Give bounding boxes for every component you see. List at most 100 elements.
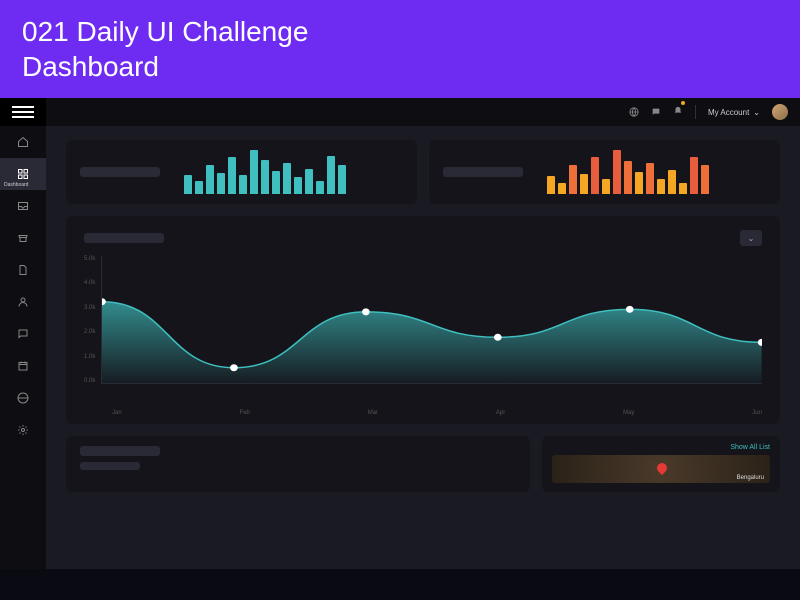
sidebar [0, 98, 46, 569]
bar [591, 157, 599, 194]
calendar-icon [17, 360, 29, 372]
bar [206, 165, 214, 194]
y-tick: 1.0k [84, 354, 95, 360]
panel-right-header: Show All List [552, 444, 770, 451]
bottom-row: Show All List Bengaluru [66, 436, 780, 492]
sidebar-item-store[interactable] [0, 222, 46, 254]
bar [272, 171, 280, 194]
home-icon [17, 136, 29, 148]
map-preview[interactable]: Bengaluru [552, 455, 770, 483]
settings-icon [17, 424, 29, 436]
banner-line-2: Dashboard [22, 49, 778, 84]
bar [184, 175, 192, 194]
bar [217, 173, 225, 194]
y-tick: 4.0k [84, 280, 95, 286]
sidebar-item-calendar[interactable] [0, 350, 46, 382]
main-area: My Account ⌄ ⌄ [46, 98, 800, 569]
app-shell: My Account ⌄ ⌄ [0, 98, 800, 569]
mini-bar-chart-warm [547, 150, 709, 194]
inbox-icon [17, 200, 29, 212]
bar [261, 160, 269, 194]
x-axis: Jan Feb Mar Apr May Jun [84, 406, 762, 416]
bar [635, 172, 643, 194]
challenge-banner: 021 Daily UI Challenge Dashboard [0, 0, 800, 98]
bar [338, 165, 346, 194]
notifications-button[interactable] [673, 103, 683, 121]
sidebar-item-home[interactable] [0, 126, 46, 158]
store-icon [17, 232, 29, 244]
chart-header: ⌄ [84, 230, 762, 246]
files-icon [17, 264, 29, 276]
collapse-button[interactable]: ⌄ [740, 230, 762, 246]
sidebar-item-settings[interactable] [0, 414, 46, 446]
sidebar-item-dashboard[interactable] [0, 158, 46, 190]
bar [646, 163, 654, 194]
bar [569, 165, 577, 194]
show-all-link[interactable]: Show All List [730, 444, 770, 451]
chart-body: 5.0k4.0k3.0k2.0k1.0k0.0k [84, 256, 762, 406]
account-menu[interactable]: My Account ⌄ [708, 108, 760, 117]
bar [657, 179, 665, 194]
bar [283, 163, 291, 194]
stats-label-placeholder [80, 167, 160, 177]
bar [250, 150, 258, 194]
bar [613, 150, 621, 194]
data-point [494, 334, 502, 341]
data-point [626, 306, 634, 313]
bar [690, 157, 698, 194]
avatar[interactable] [772, 104, 788, 120]
data-point [362, 308, 370, 315]
mini-bar-chart-teal [184, 150, 346, 194]
users-icon [17, 296, 29, 308]
bar [602, 179, 610, 194]
y-axis: 5.0k4.0k3.0k2.0k1.0k0.0k [84, 256, 101, 384]
bar [305, 169, 313, 194]
account-label: My Account [708, 108, 749, 117]
bar [327, 156, 335, 194]
x-tick: Jun [752, 410, 762, 416]
x-tick: Feb [240, 410, 250, 416]
bar [679, 183, 687, 194]
main-chart-card: ⌄ 5.0k4.0k3.0k2.0k1.0k0.0k JanFebMarAprM… [66, 216, 780, 424]
stats-card-right [429, 140, 780, 204]
x-tick: Mar [368, 410, 378, 416]
sidebar-item-users[interactable] [0, 286, 46, 318]
x-tick: Jan [112, 410, 122, 416]
hamburger-menu-button[interactable] [0, 98, 46, 126]
topbar: My Account ⌄ [46, 98, 800, 126]
sidebar-item-inbox[interactable] [0, 190, 46, 222]
stats-card-left [66, 140, 417, 204]
y-tick: 3.0k [84, 305, 95, 311]
y-tick: 0.0k [84, 378, 95, 384]
content: ⌄ 5.0k4.0k3.0k2.0k1.0k0.0k JanFebMarAprM… [46, 126, 800, 569]
bar [558, 183, 566, 194]
panel-sub-placeholder [80, 462, 140, 470]
data-point [230, 364, 238, 371]
sidebar-item-globe[interactable] [0, 382, 46, 414]
divider [695, 105, 696, 119]
bar [580, 174, 588, 194]
bar [701, 165, 709, 194]
dashboard-icon [17, 168, 29, 180]
x-tick: May [623, 410, 634, 416]
plot-area [101, 256, 762, 384]
globe-icon [17, 392, 29, 404]
globe-icon[interactable] [629, 107, 639, 117]
bar [239, 175, 247, 194]
bar [228, 157, 236, 194]
y-tick: 5.0k [84, 256, 95, 262]
map-pin-icon [655, 461, 669, 475]
x-tick: Apr [496, 410, 505, 416]
bar [316, 181, 324, 194]
map-city-label: Bengaluru [737, 475, 764, 481]
sidebar-item-chat[interactable] [0, 318, 46, 350]
bottom-panel-left [66, 436, 530, 492]
stats-label-placeholder [443, 167, 523, 177]
chat-icon[interactable] [651, 107, 661, 117]
panel-title-placeholder [80, 446, 160, 456]
bar [195, 181, 203, 194]
sidebar-item-files[interactable] [0, 254, 46, 286]
bar [547, 176, 555, 194]
bar [624, 161, 632, 194]
chevron-down-icon: ⌄ [753, 108, 760, 117]
